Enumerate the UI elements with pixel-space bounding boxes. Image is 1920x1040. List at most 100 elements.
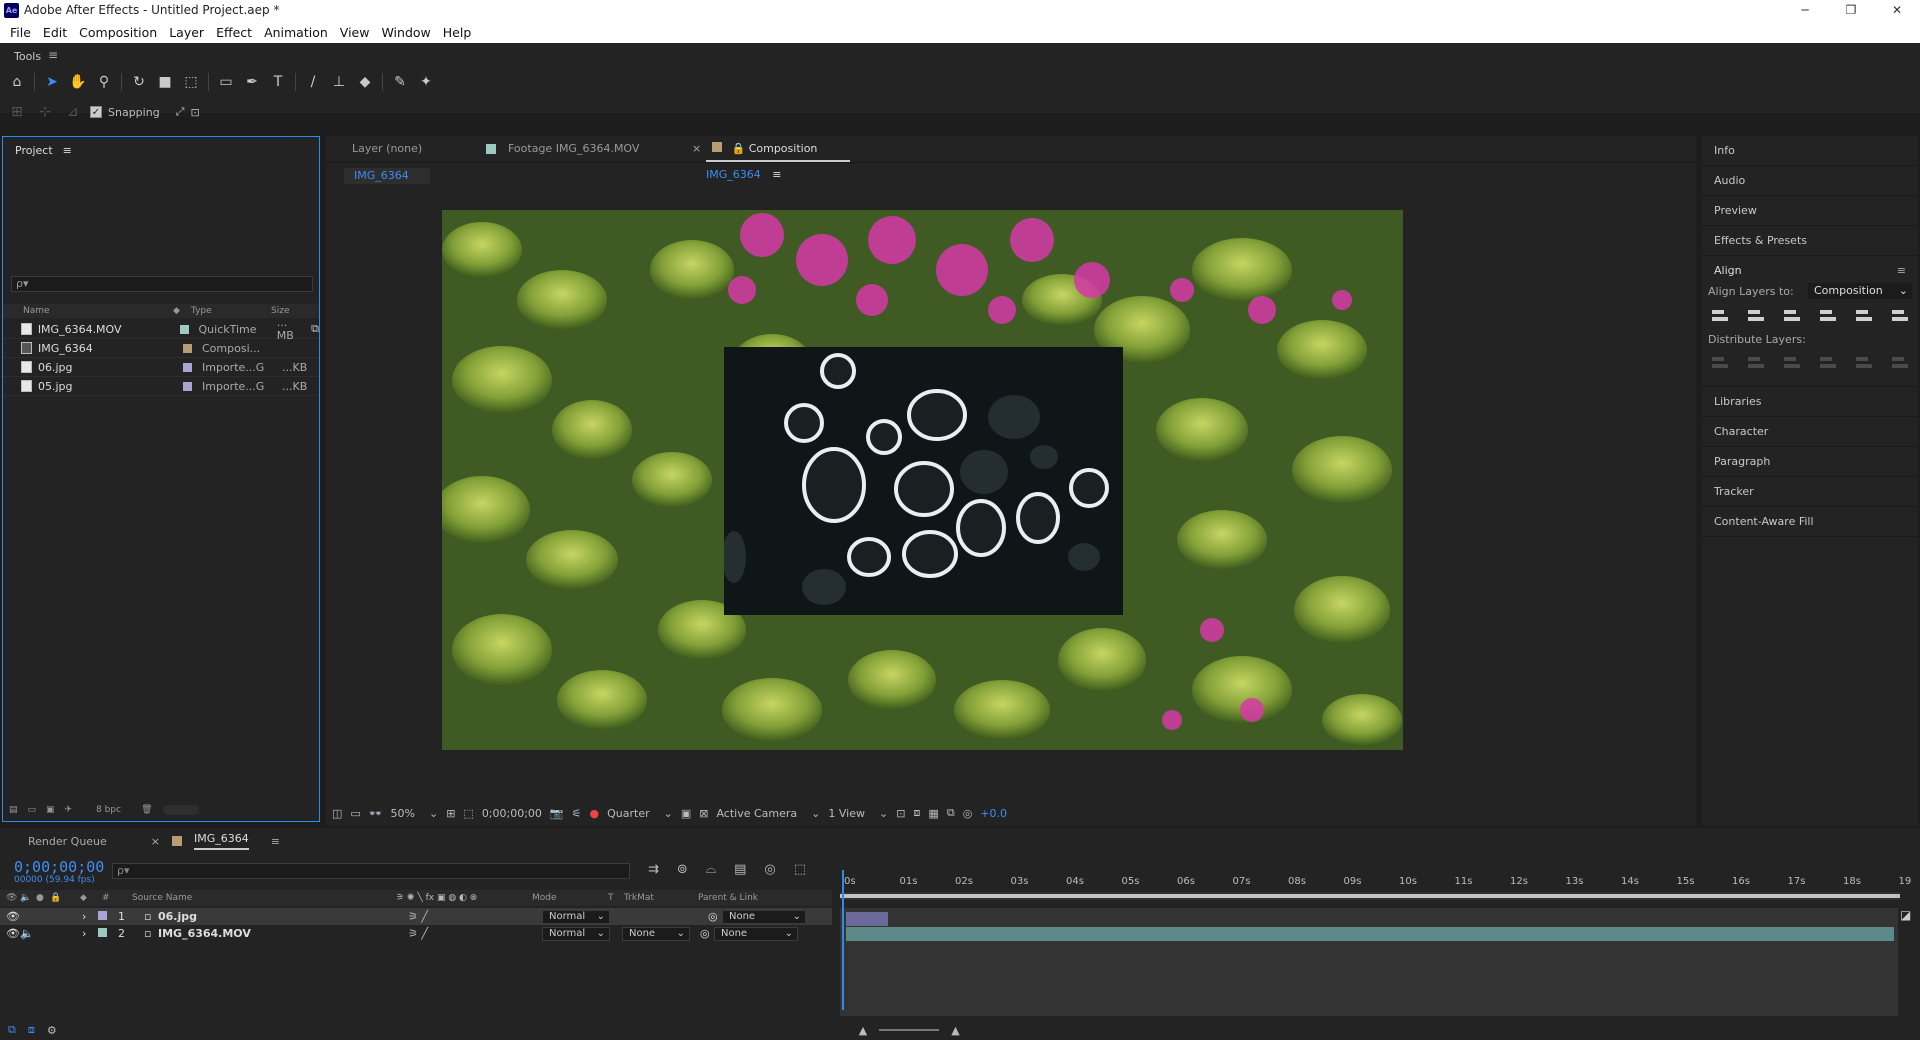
video-eye-icon[interactable]: 👁 <box>0 910 20 923</box>
menu-edit[interactable]: Edit <box>37 25 73 40</box>
panel-info[interactable]: Info <box>1702 136 1918 166</box>
menu-window[interactable]: Window <box>375 25 436 40</box>
lock-icon[interactable]: 🔒 <box>732 142 746 155</box>
fast-previews-icon[interactable]: ⧈ <box>913 806 920 820</box>
layer-row-1[interactable]: 👁 › 1 ▫ 06.jpg ⚞ ╱ Normal ⌄ ◎ None ⌄ <box>0 908 832 925</box>
panel-menu-icon[interactable]: ≡ <box>48 48 58 62</box>
align-left-icon[interactable] <box>1710 307 1730 325</box>
clone-stamp-tool-icon[interactable]: ⊥ <box>328 71 350 93</box>
chevron-right-icon[interactable]: › <box>82 927 98 940</box>
track-area[interactable] <box>840 908 1898 1016</box>
camera-tool-icon[interactable]: ■ <box>154 71 176 93</box>
audio-toggle-icon[interactable]: 🔈 <box>20 927 82 940</box>
label-color-swatch[interactable] <box>183 343 192 353</box>
views-dropdown[interactable]: 1 View ⌄ <box>828 807 888 820</box>
adjust-settings-icon[interactable]: ✈ <box>65 805 73 815</box>
panel-menu-icon[interactable]: ≡ <box>63 144 72 157</box>
snap-edges-icon[interactable]: ⤢ <box>176 105 185 119</box>
current-time-indicator[interactable] <box>842 870 844 1010</box>
parent-dropdown[interactable]: None ⌄ <box>714 926 798 941</box>
toggle-pixel-aspect-icon[interactable]: ⊡ <box>896 807 905 820</box>
layer-06-jpg-preview[interactable] <box>724 347 1123 615</box>
channel-icon[interactable]: ● <box>590 807 600 820</box>
distribute-top-icon[interactable] <box>1710 354 1730 372</box>
layer-bar-img-6364-mov[interactable] <box>846 927 1894 941</box>
lock-icon[interactable]: 🔒 <box>50 893 80 903</box>
current-time-display[interactable]: 0;00;00;00 <box>482 807 542 820</box>
type-tool-icon[interactable]: T <box>267 71 289 93</box>
panel-libraries[interactable]: Libraries <box>1702 387 1918 417</box>
close-tab-icon[interactable]: × <box>151 835 160 848</box>
timeline-current-time[interactable]: 0;00;00;00 <box>14 858 104 876</box>
label-color-swatch[interactable] <box>183 362 192 372</box>
project-search-input[interactable]: ρ▾ <box>11 276 313 292</box>
new-folder-icon[interactable]: ▭ <box>28 805 37 815</box>
switches[interactable]: ⚞ ╱ <box>408 927 542 940</box>
size-column-header[interactable]: Size <box>271 306 311 316</box>
trkmat-dropdown[interactable]: None ⌄ <box>622 926 690 941</box>
transparency-grid-icon[interactable]: ⊠ <box>699 807 708 820</box>
brush-tool-icon[interactable]: / <box>302 71 324 93</box>
show-snapshot-icon[interactable]: ⚟ <box>572 807 582 820</box>
safe-margins-icon[interactable]: ⊞ <box>446 807 455 820</box>
vr-preview-icon[interactable]: 👓 <box>369 807 383 820</box>
label-color-swatch[interactable] <box>98 928 107 937</box>
label-icon[interactable]: ◆ <box>80 893 102 903</box>
panel-effects-presets[interactable]: Effects & Presets <box>1702 226 1918 256</box>
align-to-dropdown[interactable]: Composition ⌄ <box>1808 283 1912 299</box>
rotate-tool-icon[interactable]: ↻ <box>128 71 150 93</box>
zoom-dropdown[interactable]: 50% ⌄ <box>391 807 439 820</box>
video-eye-icon[interactable]: 👁 <box>0 927 20 940</box>
reset-exposure-icon[interactable]: ◎ <box>963 807 973 820</box>
parent-dropdown[interactable]: None ⌄ <box>722 909 806 924</box>
menu-view[interactable]: View <box>334 25 376 40</box>
maximize-button[interactable]: ❐ <box>1828 0 1874 21</box>
project-item-06-jpg[interactable]: 06.jpg Importe...G ...KB <box>3 358 319 377</box>
label-color-swatch[interactable] <box>183 381 192 391</box>
minimize-button[interactable]: ─ <box>1782 0 1828 21</box>
snapshot-icon[interactable]: 📷 <box>550 807 564 820</box>
menu-effect[interactable]: Effect <box>210 25 258 40</box>
mask-visibility-icon[interactable]: ⬚ <box>463 807 473 820</box>
align-right-icon[interactable] <box>1782 307 1802 325</box>
puppet-pin-tool-icon[interactable]: ✦ <box>415 71 437 93</box>
zoom-out-icon[interactable]: ▲ <box>859 1024 867 1037</box>
flowchart-icon[interactable]: ⧉ <box>947 806 955 820</box>
zoom-tool-icon[interactable]: ⚲ <box>93 71 115 93</box>
home-icon[interactable]: ⌂ <box>6 71 28 93</box>
solo-icon[interactable]: ● <box>36 893 50 903</box>
menu-help[interactable]: Help <box>437 25 478 40</box>
comp-marker-icon[interactable]: ◪ <box>1900 908 1911 922</box>
mode-dropdown[interactable]: Normal ⌄ <box>542 926 610 941</box>
layer-row-2[interactable]: 👁 🔈 › 2 ▫ IMG_6364.MOV ⚞ ╱ Normal ⌄ None ⌄… <box>0 925 832 942</box>
type-column-header[interactable]: Type <box>191 306 271 316</box>
exposure-value[interactable]: +0.0 <box>980 807 1007 820</box>
frame-blending-icon[interactable]: ▤ <box>734 862 746 877</box>
trash-icon[interactable]: 🗑 <box>141 805 152 815</box>
hand-tool-icon[interactable]: ✋ <box>67 71 89 93</box>
panel-audio[interactable]: Audio <box>1702 166 1918 196</box>
snap-features-icon[interactable]: ⊡ <box>190 106 199 119</box>
project-item-img-6364-comp[interactable]: IMG_6364 Composi... <box>3 339 319 358</box>
tab-timeline-comp[interactable]: IMG_6364 <box>194 832 249 850</box>
distribute-right-icon[interactable] <box>1890 354 1910 372</box>
local-axis-icon[interactable]: ⊞ <box>6 101 28 123</box>
eraser-tool-icon[interactable]: ◆ <box>354 71 376 93</box>
pickwhip-icon[interactable]: ◎ <box>708 910 722 923</box>
rectangle-tool-icon[interactable]: ▭ <box>215 71 237 93</box>
label-column-icon[interactable]: ◆ <box>173 306 191 316</box>
transfer-controls-toggle-icon[interactable]: ⧈ <box>28 1023 35 1037</box>
roto-brush-tool-icon[interactable]: ✎ <box>389 71 411 93</box>
zoom-in-icon[interactable]: ▲ <box>951 1024 959 1037</box>
work-area-bar[interactable] <box>840 894 1900 898</box>
tab-layer[interactable]: Layer (none) <box>352 136 422 162</box>
monitor-icon[interactable]: ▭ <box>350 807 360 820</box>
panel-character[interactable]: Character <box>1702 417 1918 447</box>
align-vertical-center-icon[interactable] <box>1854 307 1874 325</box>
resolution-dropdown[interactable]: Quarter ⌄ <box>607 807 673 820</box>
distribute-bottom-icon[interactable] <box>1782 354 1802 372</box>
world-axis-icon[interactable]: ⊹ <box>34 101 56 123</box>
distribute-horizontal-center-icon[interactable] <box>1854 354 1874 372</box>
tab-footage[interactable]: Footage IMG_6364.MOV <box>508 136 639 162</box>
menu-composition[interactable]: Composition <box>73 25 163 40</box>
